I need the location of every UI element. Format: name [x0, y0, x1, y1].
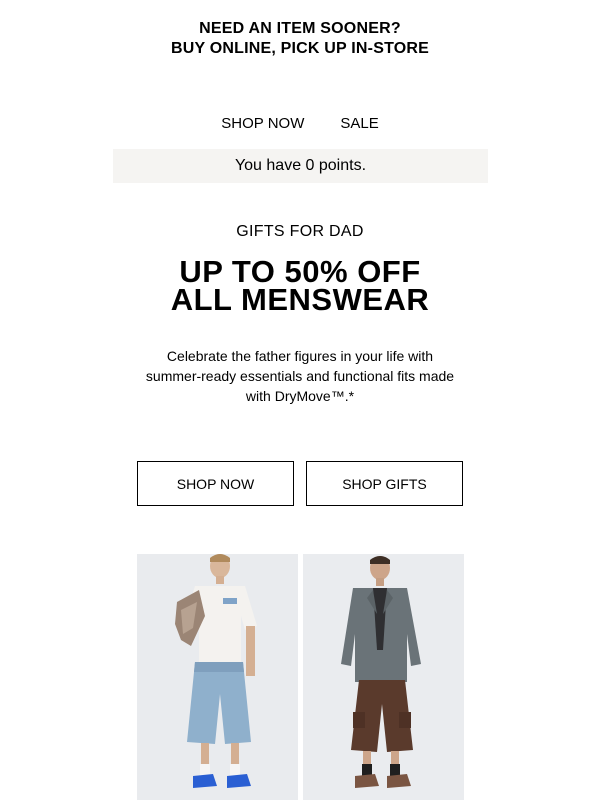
product-image-1[interactable] [137, 554, 298, 800]
shop-gifts-button[interactable]: SHOP GIFTS [306, 461, 463, 506]
top-nav: SHOP NOW SALE [0, 115, 600, 132]
banner-line-2: BUY ONLINE, PICK UP IN-STORE [170, 40, 430, 57]
store-pickup-banner: NEED AN ITEM SOONER? BUY ONLINE, PICK UP… [0, 19, 600, 59]
headline-line-2: ALL MENSWEAR [170, 282, 430, 317]
points-bar: You have 0 points. [113, 149, 488, 183]
shop-now-button[interactable]: SHOP NOW [137, 461, 294, 506]
banner-line-1: NEED AN ITEM SOONER? [199, 20, 401, 37]
model-denim-shorts-image [137, 554, 298, 800]
nav-shop-now-link[interactable]: SHOP NOW [221, 115, 304, 132]
shop-gifts-button-label: SHOP GIFTS [342, 475, 427, 492]
points-text: You have 0 points. [234, 157, 367, 174]
shop-now-button-label: SHOP NOW [176, 475, 255, 492]
model-cargo-shorts-image [303, 554, 464, 800]
nav-sale-link[interactable]: SALE [340, 115, 378, 132]
promo-body-copy: Celebrate the father figures in your lif… [145, 348, 455, 404]
promo-headline: UP TO 50% OFF ALL MENSWEAR [0, 256, 600, 317]
promo-eyebrow: GIFTS FOR DAD [236, 223, 364, 240]
product-image-2[interactable] [303, 554, 464, 800]
